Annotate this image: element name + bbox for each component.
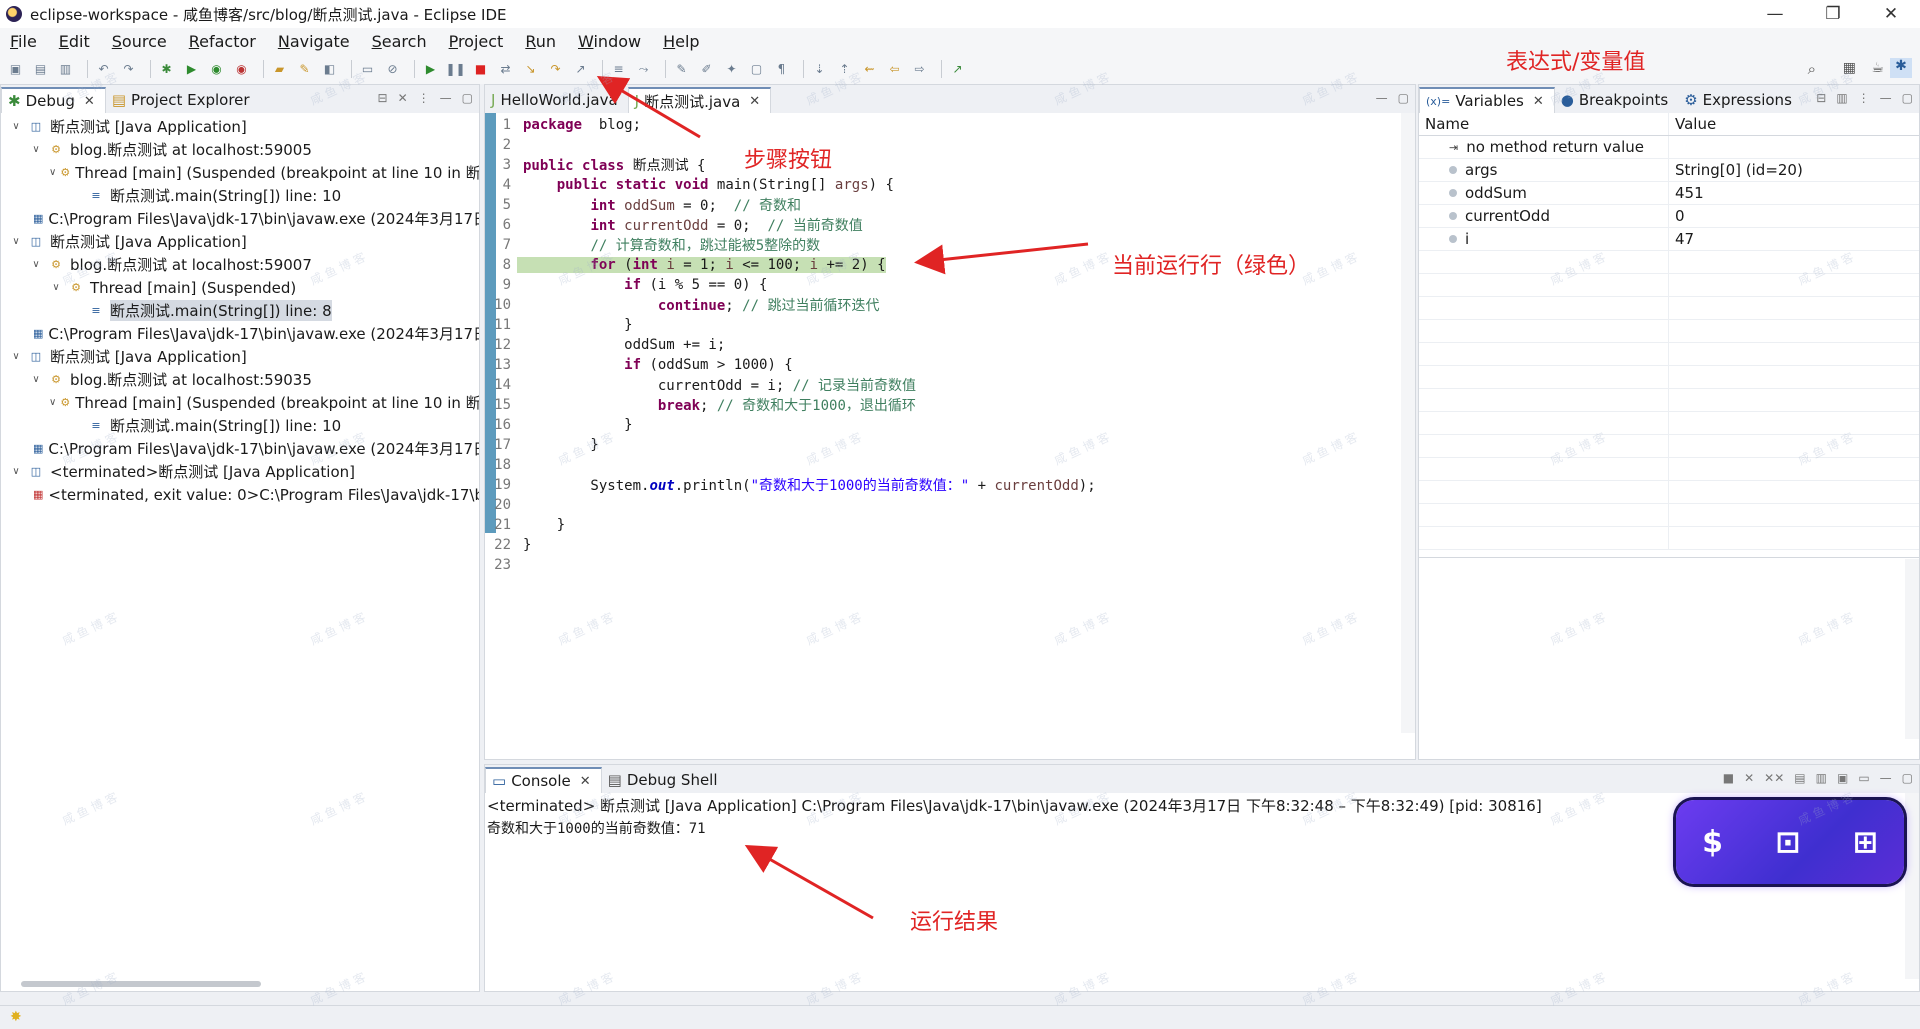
step-buttons-annotation: 步骤按钮 <box>744 148 833 173</box>
expression-values-annotation: 表达式/变量值 <box>1506 50 1646 75</box>
run-result-arrow <box>744 845 874 920</box>
current-line-annotation: 当前运行行（绿色） <box>1112 254 1311 279</box>
run-result-annotation: 运行结果 <box>910 910 999 935</box>
current-line-arrow <box>914 242 1089 275</box>
step-buttons-arrow <box>596 75 701 139</box>
annotation-overlay <box>596 75 1089 920</box>
